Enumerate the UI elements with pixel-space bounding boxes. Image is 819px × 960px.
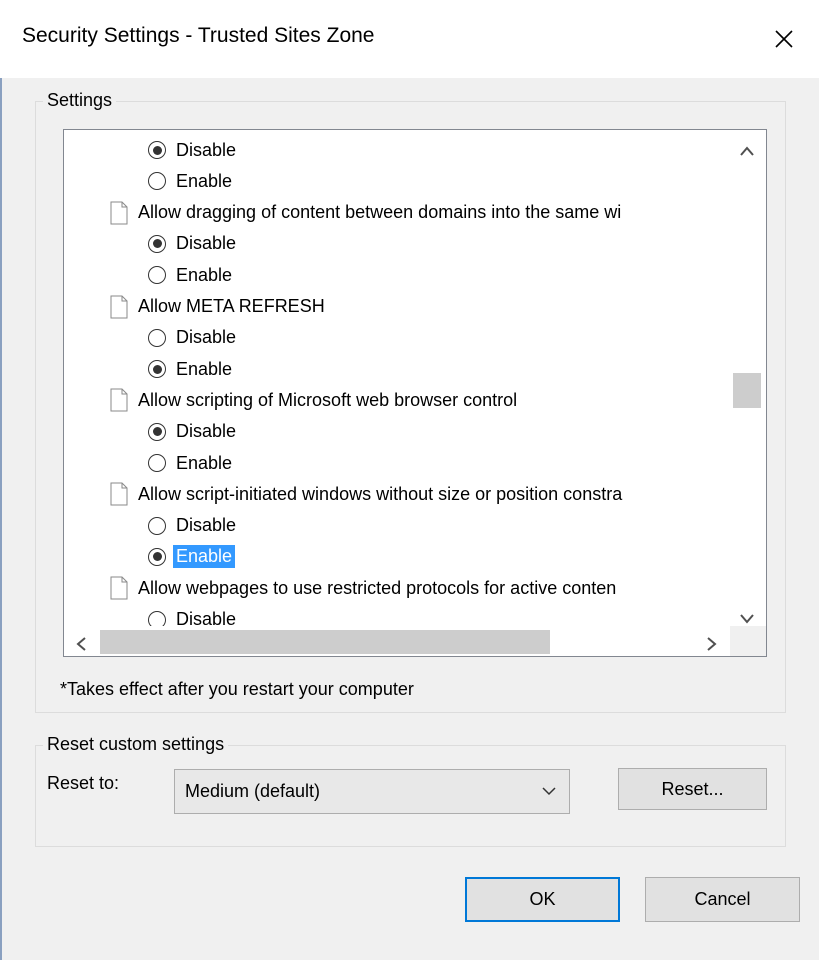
- setting-heading-label: Allow META REFRESH: [138, 296, 325, 316]
- settings-tree-content: Disable Enable Allow dragging of content b…: [64, 130, 730, 626]
- radio-checked-icon[interactable]: [148, 141, 166, 159]
- radio-option[interactable]: Enable: [148, 166, 232, 196]
- document-icon: [110, 201, 128, 225]
- radio-option[interactable]: Enable: [148, 542, 236, 572]
- radio-checked-icon[interactable]: [148, 422, 166, 441]
- radio-unchecked-icon[interactable]: [148, 266, 166, 285]
- reset-to-label: Reset to:: [47, 773, 120, 793]
- scrollbar-corner: [730, 626, 766, 656]
- radio-label: Disable: [176, 515, 237, 536]
- document-icon: [110, 482, 128, 506]
- radio-option[interactable]: Disable: [148, 323, 236, 353]
- scroll-right-icon[interactable]: [707, 635, 717, 656]
- radio-unchecked-icon[interactable]: [148, 516, 166, 535]
- title-bar: Security Settings - Trusted Sites Zone: [0, 0, 819, 78]
- setting-heading-label: Allow script-initiated windows without s…: [138, 483, 623, 504]
- radio-label: Enable: [176, 358, 233, 379]
- radio-label: Disable: [176, 139, 237, 160]
- security-settings-dialog: Security Settings - Trusted Sites Zone S…: [0, 0, 819, 960]
- close-button[interactable]: [749, 0, 819, 78]
- radio-unchecked-icon[interactable]: [148, 610, 166, 626]
- setting-heading-label: Allow dragging of content between domain…: [138, 202, 622, 223]
- document-icon: [110, 576, 128, 600]
- radio-checked-icon[interactable]: [148, 234, 166, 253]
- window-title: Security Settings - Trusted Sites Zone: [22, 24, 375, 47]
- radio-label: Enable: [176, 264, 233, 285]
- setting-heading: Allow dragging of content between domain…: [110, 198, 621, 228]
- radio-label: Enable: [176, 452, 233, 473]
- setting-heading: Allow META REFRESH: [110, 292, 325, 322]
- close-icon: [775, 30, 793, 48]
- radio-label: Disable: [176, 609, 237, 626]
- window-border: [0, 78, 2, 960]
- radio-checked-icon[interactable]: [148, 547, 166, 566]
- document-icon: [110, 295, 128, 318]
- radio-unchecked-icon[interactable]: [148, 454, 166, 472]
- setting-heading: Allow webpages to use restricted protoco…: [110, 573, 616, 603]
- restart-note: *Takes effect after you restart your com…: [60, 679, 414, 699]
- vertical-scrollbar[interactable]: [730, 130, 766, 626]
- cancel-button[interactable]: Cancel: [645, 877, 800, 922]
- radio-option[interactable]: Disable: [148, 135, 236, 165]
- reset-button[interactable]: Reset...: [618, 768, 767, 810]
- radio-label: Disable: [176, 421, 237, 442]
- horizontal-scrollbar[interactable]: [64, 626, 730, 656]
- radio-label: Enable: [176, 170, 233, 191]
- document-icon: [110, 388, 128, 412]
- reset-group-label: Reset custom settings: [43, 734, 229, 755]
- scroll-left-icon[interactable]: [76, 635, 86, 656]
- radio-option[interactable]: Disable: [148, 229, 236, 259]
- radio-option[interactable]: Enable: [148, 354, 232, 384]
- radio-unchecked-icon[interactable]: [148, 172, 166, 191]
- radio-label: Disable: [176, 233, 237, 254]
- reset-level-select[interactable]: Medium (default): [174, 769, 570, 814]
- radio-option[interactable]: Disable: [148, 511, 236, 541]
- settings-tree[interactable]: Disable Enable Allow dragging of content b…: [63, 129, 767, 657]
- vertical-scroll-thumb[interactable]: [733, 373, 761, 408]
- radio-checked-icon[interactable]: [148, 360, 166, 379]
- radio-option[interactable]: Disable: [148, 605, 237, 626]
- setting-heading-label: Allow webpages to use restricted protoco…: [138, 577, 617, 598]
- setting-heading: Allow script-initiated windows without s…: [110, 479, 622, 509]
- radio-option[interactable]: Disable: [148, 417, 236, 447]
- horizontal-scroll-thumb[interactable]: [100, 630, 550, 654]
- radio-option[interactable]: Enable: [148, 260, 232, 290]
- setting-heading-label: Allow scripting of Microsoft web browser…: [138, 389, 518, 410]
- reset-level-value: Medium (default): [185, 781, 321, 801]
- chevron-down-icon: [542, 787, 556, 796]
- scroll-up-icon[interactable]: [740, 140, 754, 161]
- ok-button[interactable]: OK: [465, 877, 620, 922]
- settings-group-label: Settings: [43, 90, 117, 111]
- radio-unchecked-icon[interactable]: [148, 328, 166, 347]
- radio-label: Enable: [173, 545, 236, 569]
- setting-heading: Allow scripting of Microsoft web browser…: [110, 385, 517, 415]
- radio-label: Disable: [176, 327, 237, 348]
- radio-option[interactable]: Enable: [148, 448, 232, 478]
